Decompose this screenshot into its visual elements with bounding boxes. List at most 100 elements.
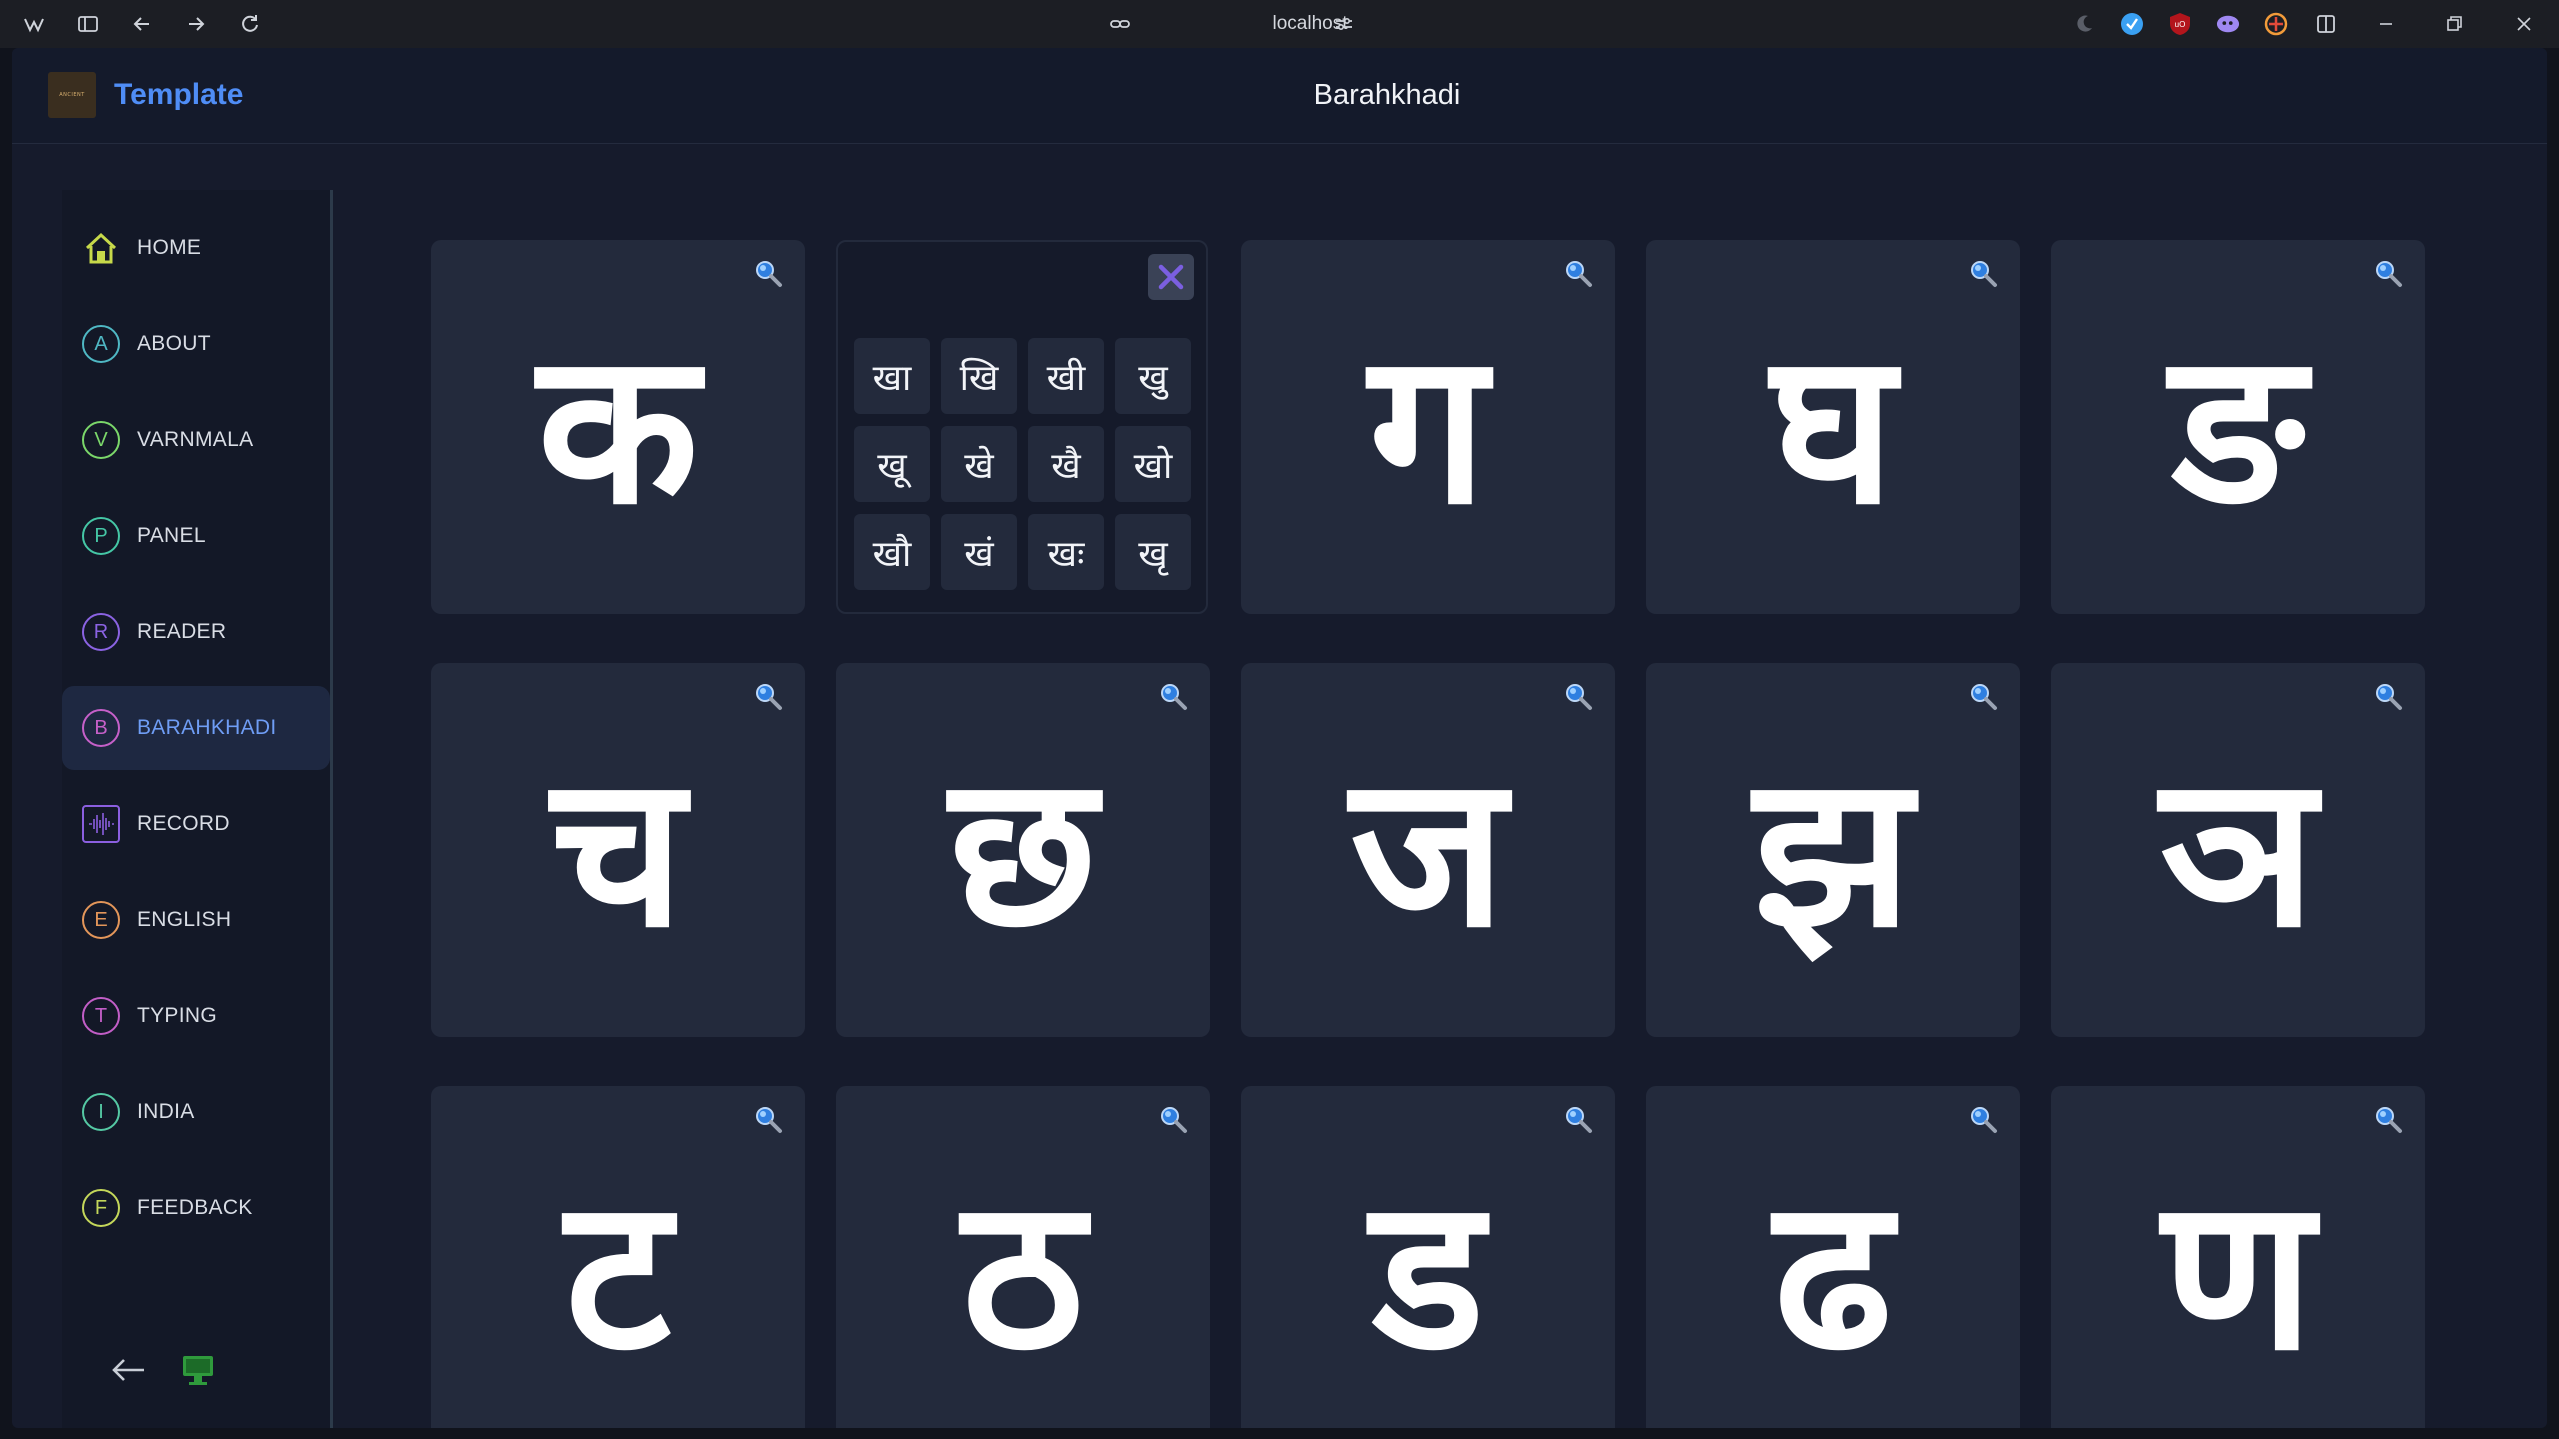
- letter-card[interactable]: ठ: [836, 1086, 1210, 1428]
- letter-card[interactable]: च: [431, 663, 805, 1037]
- waveform-icon: [82, 805, 120, 843]
- badge-letter: V: [94, 428, 108, 451]
- variant-tile[interactable]: खं: [941, 514, 1017, 590]
- letter-card[interactable]: ड: [1241, 1086, 1615, 1428]
- variant-tile[interactable]: खो: [1115, 426, 1191, 502]
- sidebar-item-label: BARAHKHADI: [137, 716, 277, 739]
- sidebar-badge: R: [82, 613, 120, 651]
- letter-glyph: झ: [1753, 729, 1913, 974]
- letter-card[interactable]: घ: [1646, 240, 2020, 614]
- sidebar-item-barahkhadi[interactable]: B BARAHKHADI: [62, 686, 330, 770]
- browser-toolbar: localhost uO: [0, 0, 2559, 48]
- app-menu-icon[interactable]: [22, 12, 46, 36]
- close-window-icon[interactable]: [2512, 12, 2536, 36]
- badge-letter: E: [94, 908, 108, 931]
- letter-card[interactable]: ण: [2051, 1086, 2425, 1428]
- sidebar-item-label: PANEL: [137, 524, 206, 547]
- sidebar-item-label: HOME: [137, 236, 202, 259]
- badge-letter: F: [94, 1196, 108, 1219]
- extension-purple-icon[interactable]: [2216, 12, 2240, 36]
- sidebar-item-panel[interactable]: P PANEL: [62, 494, 330, 578]
- sidebar-item-typing[interactable]: T TYPING: [62, 974, 330, 1058]
- letter-glyph: ट: [565, 1152, 671, 1397]
- letter-glyph: छ: [949, 729, 1097, 974]
- sidebar-item-about[interactable]: A ABOUT: [62, 302, 330, 386]
- variant-tile[interactable]: खी: [1028, 338, 1104, 414]
- link-icon[interactable]: [1108, 12, 1132, 36]
- extension-orange-icon[interactable]: [2264, 12, 2288, 36]
- sidebar-item-reader[interactable]: R READER: [62, 590, 330, 674]
- svg-text:uO: uO: [2175, 20, 2186, 29]
- sidebar-toggle-icon[interactable]: [76, 12, 100, 36]
- desktop-view-button[interactable]: [180, 1350, 216, 1390]
- sidebar-item-label: FEEDBACK: [137, 1196, 253, 1219]
- monitor-icon: [183, 1356, 213, 1385]
- letter-card[interactable]: ट: [431, 1086, 805, 1428]
- badge-letter: P: [94, 524, 108, 547]
- variant-tile[interactable]: खे: [941, 426, 1017, 502]
- sidebar-item-feedback[interactable]: F FEEDBACK: [62, 1166, 330, 1250]
- logo[interactable]: ANCIENT: [48, 72, 96, 118]
- sidebar-item-english[interactable]: E ENGLISH: [62, 878, 330, 962]
- letter-card[interactable]: ज: [1241, 663, 1615, 1037]
- extension-blue-icon[interactable]: [2120, 12, 2144, 36]
- letter-card[interactable]: छ: [836, 663, 1210, 1037]
- sidebar-item-home[interactable]: HOME: [62, 206, 330, 290]
- app-header: ANCIENT Template Barahkhadi: [12, 48, 2547, 144]
- letter-glyph: ड: [1371, 1152, 1485, 1397]
- split-view-icon[interactable]: [2314, 12, 2338, 36]
- sidebar-item-india[interactable]: I INDIA: [62, 1070, 330, 1154]
- letter-glyph: ठ: [961, 1152, 1084, 1397]
- variant-tile[interactable]: खु: [1115, 338, 1191, 414]
- variant-tile[interactable]: खू: [854, 426, 930, 502]
- variant-tile[interactable]: खः: [1028, 514, 1104, 590]
- letter-card[interactable]: ङ: [2051, 240, 2425, 614]
- variant-tile[interactable]: खृ: [1115, 514, 1191, 590]
- badge-letter: R: [93, 620, 109, 643]
- letter-glyph: च: [551, 729, 685, 974]
- brand-title[interactable]: Template: [114, 72, 243, 118]
- dark-mode-extension-icon[interactable]: [2072, 12, 2096, 36]
- forward-icon[interactable]: [184, 12, 208, 36]
- variant-tile[interactable]: खा: [854, 338, 930, 414]
- sidebar-badge: E: [82, 901, 120, 939]
- sidebar-badge: F: [82, 1189, 120, 1227]
- sidebar-item-record[interactable]: RECORD: [62, 782, 330, 866]
- letter-glyph: क: [537, 306, 699, 551]
- badge-letter: T: [94, 1004, 108, 1027]
- sidebar-badge: I: [82, 1093, 120, 1131]
- restore-icon[interactable]: [2442, 12, 2466, 36]
- address-bar[interactable]: localhost: [1160, 10, 1460, 38]
- sidebar-badge: P: [82, 517, 120, 555]
- sidebar-item-varnmala[interactable]: V VARNMALA: [62, 398, 330, 482]
- letter-card[interactable]: क: [431, 240, 805, 614]
- sidebar-item-label: TYPING: [137, 1004, 217, 1027]
- back-icon[interactable]: [130, 12, 154, 36]
- site-settings-icon[interactable]: [1332, 12, 1356, 36]
- sidebar-item-label: INDIA: [137, 1100, 195, 1123]
- reload-icon[interactable]: [238, 12, 262, 36]
- collapse-sidebar-button[interactable]: [106, 1350, 150, 1390]
- badge-letter: A: [94, 332, 108, 355]
- variant-tile[interactable]: खै: [1028, 426, 1104, 502]
- close-popup-button[interactable]: [1148, 254, 1194, 300]
- letter-glyph: ग: [1368, 306, 1488, 551]
- sidebar-badge: V: [82, 421, 120, 459]
- ublock-icon[interactable]: uO: [2168, 12, 2192, 36]
- sidebar-item-label: ABOUT: [137, 332, 211, 355]
- letter-card[interactable]: ग: [1241, 240, 1615, 614]
- sidebar-item-label: ENGLISH: [137, 908, 232, 931]
- letter-card[interactable]: ढ: [1646, 1086, 2020, 1428]
- sidebar-badge: T: [82, 997, 120, 1035]
- arrow-left-icon: [112, 1359, 144, 1381]
- variant-tile[interactable]: खौ: [854, 514, 930, 590]
- letter-card[interactable]: ञ: [2051, 663, 2425, 1037]
- barahkhadi-popup: खा खि खी खु खू खे खै खो खौ खं खः खृ: [836, 240, 1208, 614]
- page-title: Barahkhadi: [1313, 79, 1461, 111]
- letter-glyph: ण: [2162, 1152, 2314, 1397]
- sidebar-item-label: RECORD: [137, 812, 230, 835]
- letter-card[interactable]: झ: [1646, 663, 2020, 1037]
- minimize-icon[interactable]: [2374, 12, 2398, 36]
- letter-glyph: ढ: [1773, 1152, 1893, 1397]
- variant-tile[interactable]: खि: [941, 338, 1017, 414]
